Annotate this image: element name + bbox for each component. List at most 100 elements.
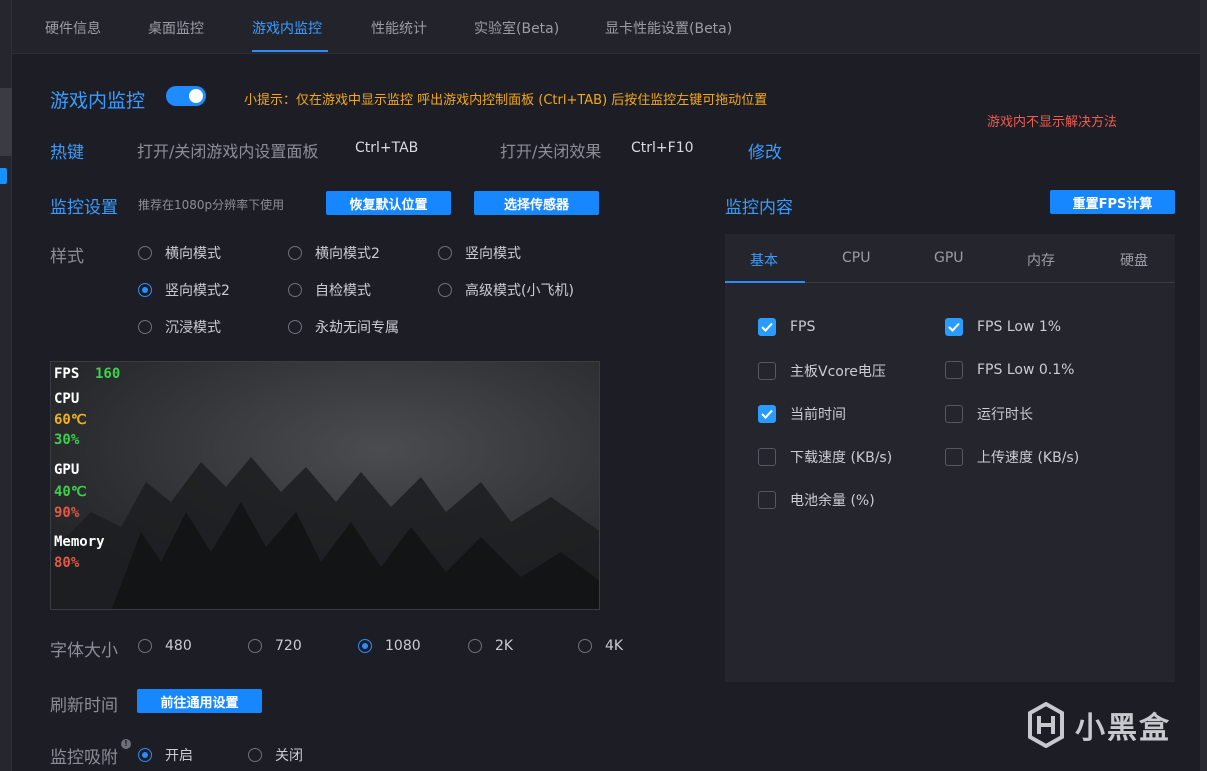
snap-option-label: 开启 xyxy=(165,748,193,764)
content-item-current-time[interactable]: 当前时间 xyxy=(758,404,846,424)
content-tab-memory[interactable]: 内存 xyxy=(1027,250,1055,270)
tip-text: 小提示：仅在游戏中显示监控 呼出游戏内控制面板 (Ctrl+TAB) 后按住监控… xyxy=(244,93,768,108)
content-tab-disk[interactable]: 硬盘 xyxy=(1120,250,1148,270)
radio-icon xyxy=(288,320,302,334)
style-option-label: 竖向模式2 xyxy=(165,283,230,299)
tab-gpu-settings-beta[interactable]: 显卡性能设置(Beta) xyxy=(605,18,732,38)
style-option-label: 沉浸模式 xyxy=(165,320,221,336)
osd-cpu-temp: 60℃ xyxy=(54,412,87,428)
font-size-label: 字体大小 xyxy=(50,641,118,661)
content-item-fps[interactable]: FPS xyxy=(758,318,815,336)
checkbox-checked-icon xyxy=(945,318,963,336)
snap-option-on[interactable]: 开启 xyxy=(138,745,193,765)
font-size-option-label: 2K xyxy=(495,638,514,654)
content-tab-basic[interactable]: 基本 xyxy=(750,250,778,270)
sidebar-selected-block xyxy=(0,88,12,156)
watermark: 小黑盒 xyxy=(1027,702,1171,748)
content-active-tab-underline xyxy=(725,281,805,283)
style-option-horizontal-2[interactable]: 横向模式2 xyxy=(288,243,380,263)
checkbox-icon xyxy=(758,491,776,509)
osd-memory-usage: 80% xyxy=(54,555,80,571)
font-size-option-4k[interactable]: 4K xyxy=(578,638,623,654)
hotkey-settings-panel-key: Ctrl+TAB xyxy=(355,140,419,156)
tab-performance-stats[interactable]: 性能统计 xyxy=(371,18,427,38)
font-size-option-label: 720 xyxy=(275,638,302,654)
style-option-horizontal[interactable]: 横向模式 xyxy=(138,243,221,263)
hotkey-edit-link[interactable]: 修改 xyxy=(748,138,782,163)
checkbox-checked-icon xyxy=(758,405,776,423)
content-item-label: 上传速度 (KB/s) xyxy=(977,450,1080,466)
radio-selected-icon xyxy=(138,748,152,762)
content-item-label: 主板Vcore电压 xyxy=(790,364,886,380)
osd-gpu-usage: 90% xyxy=(54,505,80,521)
content-item-fps-low-01[interactable]: FPS Low 0.1% xyxy=(945,361,1074,379)
help-link[interactable]: 游戏内不显示解决方法 xyxy=(987,111,1117,130)
font-size-option-2k[interactable]: 2K xyxy=(468,638,513,654)
tab-desktop-monitor[interactable]: 桌面监控 xyxy=(148,18,204,38)
content-item-label: 下载速度 (KB/s) xyxy=(790,450,893,466)
top-tab-bar: 硬件信息 桌面监控 游戏内监控 性能统计 实验室(Beta) 显卡性能设置(Be… xyxy=(12,0,1200,54)
general-settings-button[interactable]: 前往通用设置 xyxy=(137,689,262,713)
ingame-monitor-toggle[interactable] xyxy=(166,86,206,106)
select-sensor-button[interactable]: 选择传感器 xyxy=(474,191,599,215)
info-icon[interactable]: ! xyxy=(121,739,131,749)
osd-cpu-label: CPU xyxy=(54,391,80,407)
style-option-vertical-2[interactable]: 竖向模式2 xyxy=(138,280,230,300)
content-item-label: 运行时长 xyxy=(977,407,1033,423)
content-item-run-time[interactable]: 运行时长 xyxy=(945,404,1033,424)
style-option-naraka[interactable]: 永劫无间专属 xyxy=(288,317,399,337)
style-option-self-check[interactable]: 自检模式 xyxy=(288,280,371,300)
style-label: 样式 xyxy=(50,247,84,267)
content-tab-cpu[interactable]: CPU xyxy=(842,250,870,266)
font-size-option-1080[interactable]: 1080 xyxy=(358,638,421,654)
content-item-battery[interactable]: 电池余量 (%) xyxy=(758,490,875,510)
font-size-option-label: 4K xyxy=(605,638,624,654)
font-size-option-480[interactable]: 480 xyxy=(138,638,192,654)
radio-icon xyxy=(248,748,262,762)
content-item-label: FPS Low 0.1% xyxy=(977,362,1075,378)
osd-fps-value: 160 xyxy=(95,366,121,382)
content-item-download-speed[interactable]: 下载速度 (KB/s) xyxy=(758,447,892,467)
checkbox-icon xyxy=(945,448,963,466)
radio-icon xyxy=(138,320,152,334)
monitor-snap-label: 监控吸附 xyxy=(50,748,118,768)
left-sidebar-strip xyxy=(0,0,12,771)
tab-hardware-info[interactable]: 硬件信息 xyxy=(45,18,101,38)
content-item-label: FPS xyxy=(790,319,816,335)
font-size-option-label: 1080 xyxy=(385,638,421,654)
content-item-upload-speed[interactable]: 上传速度 (KB/s) xyxy=(945,447,1079,467)
radio-icon xyxy=(438,283,452,297)
style-option-label: 永劫无间专属 xyxy=(315,320,399,336)
monitor-content-panel: 基本 CPU GPU 内存 硬盘 FPS FPS Low 1% 主板Vcore电… xyxy=(725,234,1175,682)
style-option-immersive[interactable]: 沉浸模式 xyxy=(138,317,221,337)
reset-position-button[interactable]: 恢复默认位置 xyxy=(326,191,451,215)
hotkey-label: 热键 xyxy=(50,143,84,163)
font-size-option-720[interactable]: 720 xyxy=(248,638,302,654)
style-option-vertical[interactable]: 竖向模式 xyxy=(438,243,521,263)
radio-icon xyxy=(468,639,482,653)
content-item-vcore[interactable]: 主板Vcore电压 xyxy=(758,361,886,381)
tab-lab-beta[interactable]: 实验室(Beta) xyxy=(474,18,559,38)
checkbox-icon xyxy=(945,405,963,423)
checkbox-icon xyxy=(758,448,776,466)
osd-memory-label: Memory xyxy=(54,534,105,550)
checkbox-checked-icon xyxy=(758,318,776,336)
monitor-settings-label: 监控设置 xyxy=(50,198,118,218)
content-tab-gpu[interactable]: GPU xyxy=(934,250,964,266)
style-option-advanced[interactable]: 高级模式(小飞机) xyxy=(438,280,574,300)
refresh-time-label: 刷新时间 xyxy=(50,696,118,716)
radio-icon xyxy=(438,246,452,260)
content-item-fps-low-1[interactable]: FPS Low 1% xyxy=(945,318,1061,336)
font-size-option-label: 480 xyxy=(165,638,192,654)
monitor-settings-hint: 推荐在1080p分辨率下使用 xyxy=(138,198,285,212)
sidebar-indicator xyxy=(0,168,7,184)
snap-option-off[interactable]: 关闭 xyxy=(248,745,303,765)
snap-option-label: 关闭 xyxy=(275,748,303,764)
radio-icon xyxy=(578,639,592,653)
right-scrollbar-track[interactable] xyxy=(1200,0,1207,771)
watermark-text: 小黑盒 xyxy=(1075,711,1171,746)
tab-ingame-monitor[interactable]: 游戏内监控 xyxy=(252,18,322,38)
reset-fps-button[interactable]: 重置FPS计算 xyxy=(1050,190,1175,214)
radio-icon xyxy=(288,283,302,297)
content-item-label: 当前时间 xyxy=(790,407,846,423)
